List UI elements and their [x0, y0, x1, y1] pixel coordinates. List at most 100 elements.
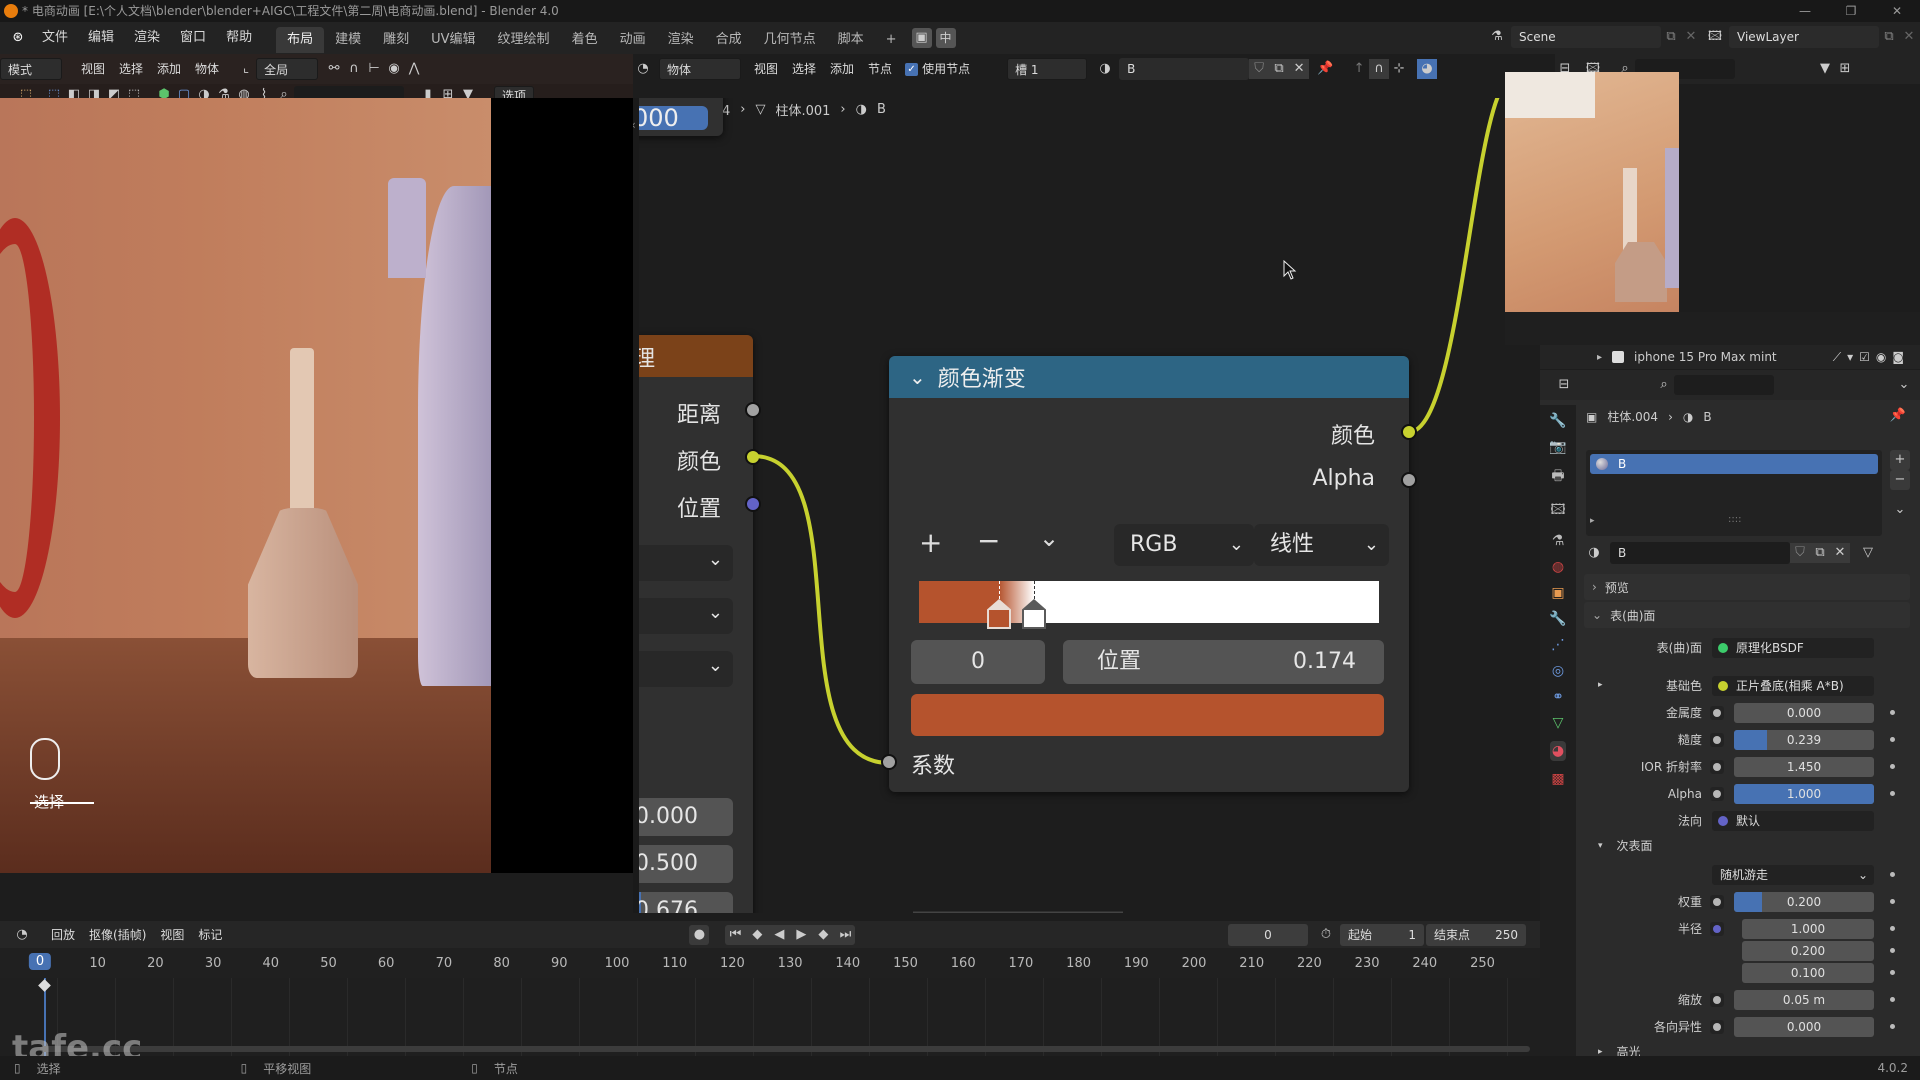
texture-tab-icon[interactable]: ▩: [1551, 771, 1564, 787]
tab-rendering[interactable]: 渲染: [657, 27, 705, 53]
socket-icon[interactable]: [1710, 787, 1724, 801]
timeline-track-area[interactable]: [0, 978, 1540, 1056]
close-button[interactable]: ✕: [1874, 0, 1920, 22]
timeline-menu-view[interactable]: 视图: [153, 924, 191, 946]
keyframe-dot-icon[interactable]: [1890, 737, 1895, 742]
expand-arrow-icon[interactable]: ▸: [1597, 352, 1602, 363]
jump-start-icon[interactable]: ⏮: [725, 925, 745, 945]
scene-icon[interactable]: ⚗: [1487, 27, 1507, 47]
view-layer-icon[interactable]: 🖾: [1705, 27, 1725, 47]
link-ramp-color-out[interactable]: [1408, 98, 1513, 434]
object-tab-icon[interactable]: ▣: [1551, 585, 1564, 601]
overlay-icon[interactable]: ◕: [1417, 59, 1438, 79]
ime-chinese-icon[interactable]: 中: [935, 28, 956, 48]
parent-node-tree-icon[interactable]: ↑: [1349, 59, 1369, 79]
menu-render[interactable]: 渲染: [124, 22, 170, 54]
timeline-ruler[interactable]: 0 10 20 30 40 50 60 70 80 90 100 110 120 130 140 150 160…: [0, 948, 1540, 978]
3d-viewport[interactable]: 选择: [0, 98, 491, 873]
tab-compositing[interactable]: 合成: [705, 27, 753, 53]
properties-options-chevron-icon[interactable]: ⌄: [1894, 375, 1914, 395]
material-slot-list[interactable]: B ▸ ::::: [1586, 450, 1882, 536]
keyframe-dot-icon[interactable]: [1890, 948, 1895, 953]
base-color-field[interactable]: 正片叠底(相乘 A*B): [1712, 676, 1874, 696]
menu-help[interactable]: 帮助: [216, 22, 262, 54]
viewport-menu-view[interactable]: 视图: [74, 58, 112, 80]
transform-orientation-dropdown[interactable]: 全局: [256, 58, 319, 80]
keyframe-dot-icon[interactable]: [1890, 791, 1895, 796]
node-menu-view[interactable]: 视图: [747, 58, 785, 80]
input-method-icon[interactable]: ▣: [911, 28, 932, 48]
delete-scene-icon[interactable]: ✕: [1681, 27, 1701, 47]
ramp-menu-chevron-icon[interactable]: ⌄: [1039, 524, 1059, 552]
add-stop-button[interactable]: +: [919, 526, 942, 559]
render-tab-icon[interactable]: 📷: [1549, 439, 1566, 455]
snap-target-icon[interactable]: ⊢: [364, 59, 384, 79]
color-stop-handle[interactable]: [987, 581, 1012, 629]
node-menu-add[interactable]: 添加: [823, 58, 861, 80]
socket-alpha-out[interactable]: [1401, 472, 1417, 488]
node-editor-canvas[interactable]: ▣ 柱体.004 › ▽ 柱体.001 › ◑ B 000 理 距离 颜色 位置…: [633, 98, 1540, 913]
scale-field[interactable]: 0.05 m: [1734, 990, 1874, 1010]
new-collection-icon[interactable]: ⊞: [1835, 59, 1855, 79]
end-frame-field[interactable]: 结束点 250: [1426, 924, 1526, 946]
prev-keyframe-icon[interactable]: ◆: [747, 925, 767, 945]
expand-arrow-icon[interactable]: ▸: [1598, 680, 1603, 690]
add-workspace-button[interactable]: +: [875, 27, 908, 53]
material-browse-icon[interactable]: ◑: [1584, 543, 1604, 563]
keyframe-dot-icon[interactable]: [1890, 970, 1895, 975]
current-frame-marker[interactable]: 0: [28, 953, 52, 970]
unlink-material-icon[interactable]: ✕: [1830, 543, 1850, 563]
socket-icon[interactable]: [1710, 993, 1724, 1007]
properties-search-input[interactable]: [1674, 375, 1774, 395]
jump-end-icon[interactable]: ⏭: [835, 925, 855, 945]
start-frame-field[interactable]: 起始 1: [1340, 924, 1424, 946]
panel-surface[interactable]: ⌄ 表(曲)面: [1584, 602, 1910, 628]
keyframe-dot-icon[interactable]: [1890, 872, 1895, 877]
weight-slider[interactable]: 0.200: [1734, 892, 1874, 912]
new-scene-icon[interactable]: ⧉: [1661, 27, 1681, 47]
duplicate-material-icon[interactable]: ⧉: [1269, 59, 1290, 79]
snap-icon[interactable]: ∩: [344, 59, 364, 79]
pin-icon[interactable]: 📌: [1315, 59, 1335, 79]
add-slot-button[interactable]: +: [1890, 450, 1910, 470]
expand-arrow-icon[interactable]: ▸: [1590, 516, 1595, 526]
view-layer-tab-icon[interactable]: 🖾: [1550, 499, 1565, 523]
delete-view-layer-icon[interactable]: ✕: [1899, 27, 1919, 47]
node-snap-icon[interactable]: ∩: [1369, 59, 1390, 79]
collapse-chevron-icon[interactable]: ⌄: [909, 365, 926, 389]
radius-y-field[interactable]: 0.200: [1742, 941, 1874, 961]
next-keyframe-icon[interactable]: ◆: [813, 925, 833, 945]
ior-field[interactable]: 1.450: [1734, 757, 1874, 777]
vector-socket-icon[interactable]: [1710, 922, 1724, 936]
particles-tab-icon[interactable]: ⋰: [1551, 637, 1565, 653]
tab-animation[interactable]: 动画: [609, 27, 657, 53]
material-name-field[interactable]: B: [1119, 58, 1250, 80]
editor-type-icon[interactable]: ⊟: [1554, 375, 1574, 395]
play-reverse-icon[interactable]: ◀: [769, 925, 789, 945]
scene-tab-icon[interactable]: ⚗: [1552, 533, 1565, 549]
proportional-edit-icon[interactable]: ◉: [384, 59, 404, 79]
timeline-scrollbar[interactable]: [40, 1046, 1530, 1052]
scene-field[interactable]: Scene: [1511, 26, 1661, 48]
socket-color-out[interactable]: [1401, 424, 1417, 440]
panel-subsurface[interactable]: ▾ 次表面: [1598, 837, 1653, 854]
color-ramp-node[interactable]: ⌄ 颜色渐变 颜色 Alpha + − ⌄ RGB ⌄ 线性 ⌄ 0 位置 0.…: [881, 356, 1417, 792]
timeline-menu-marker[interactable]: 标记: [191, 924, 229, 946]
roughness-slider[interactable]: 0.239: [1734, 730, 1874, 750]
data-tab-icon[interactable]: ▽: [1553, 715, 1564, 731]
mode-dropdown[interactable]: 模式: [0, 58, 62, 80]
view-layer-field[interactable]: ViewLayer: [1729, 26, 1879, 48]
pivot-icon[interactable]: ⚯: [324, 59, 344, 79]
socket-factor-in[interactable]: [881, 754, 897, 770]
resize-grip-icon[interactable]: ::::: [1728, 514, 1741, 525]
radius-z-field[interactable]: 0.100: [1742, 963, 1874, 983]
duplicate-material-icon[interactable]: ⧉: [1810, 543, 1830, 563]
keyframe-dot-icon[interactable]: [1890, 1024, 1895, 1029]
subsurface-method-dropdown[interactable]: 随机游走 ⌄: [1712, 865, 1874, 885]
tab-modeling[interactable]: 建模: [324, 27, 372, 53]
editor-type-icon[interactable]: ◔: [12, 925, 32, 945]
viewport-menu-object[interactable]: 物体: [188, 58, 226, 80]
remove-stop-button[interactable]: −: [977, 524, 1000, 557]
menu-window[interactable]: 窗口: [170, 22, 216, 54]
radius-x-field[interactable]: 1.000: [1742, 919, 1874, 939]
